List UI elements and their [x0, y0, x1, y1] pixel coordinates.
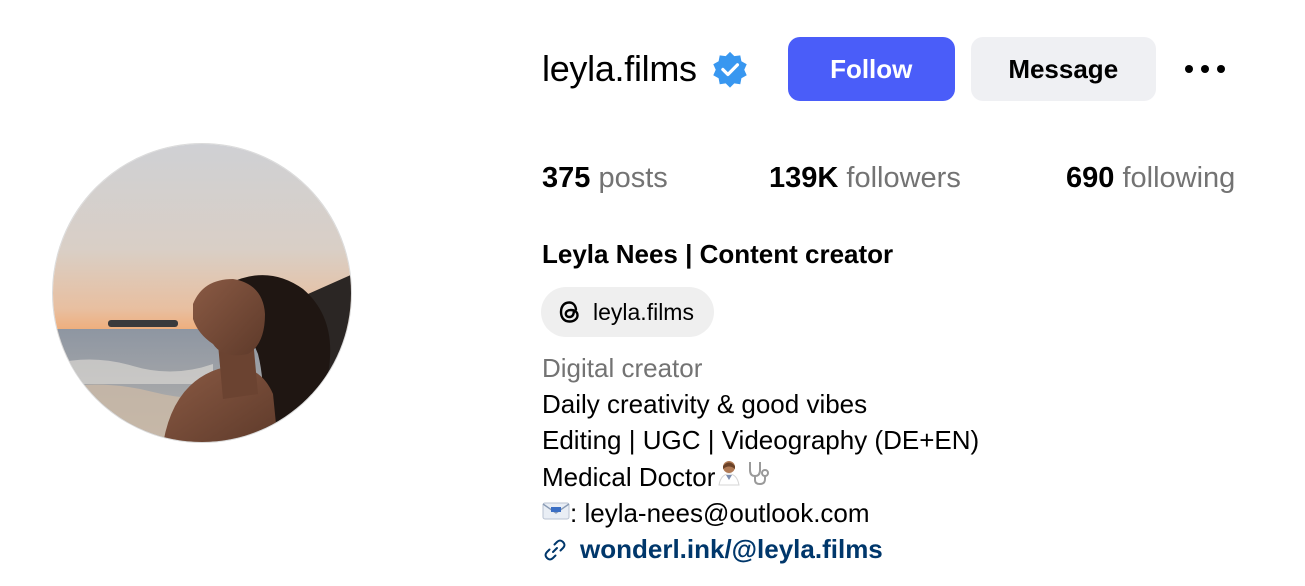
bio-link[interactable]: wonderl.ink/@leyla.films: [542, 531, 979, 567]
bio-line-2: Editing | UGC | Videography (DE+EN): [542, 425, 980, 455]
link-text: wonderl.ink/@leyla.films: [580, 534, 883, 564]
bio-line-1: Daily creativity & good vibes: [542, 389, 868, 419]
envelope-emoji-icon: [542, 495, 570, 531]
avatar-photo: [53, 144, 351, 442]
profile-stats: 375 posts 139K followers 690 following: [542, 158, 1235, 198]
email-address: leyla-nees@outlook.com: [584, 498, 870, 528]
profile-page: leyla.films Follow Message 375 posts 139…: [0, 0, 1305, 586]
followers-label: followers: [846, 161, 961, 194]
profile-category: Digital creator: [542, 353, 703, 383]
stethoscope-emoji-icon: [743, 458, 771, 495]
username: leyla.films: [542, 48, 697, 89]
threads-handle: leyla.films: [593, 298, 694, 325]
follow-button[interactable]: Follow: [787, 37, 955, 101]
profile-header: leyla.films Follow Message: [542, 36, 1230, 102]
followers-stat[interactable]: 139K followers: [769, 162, 1066, 195]
doctor-emoji-icon: [715, 458, 743, 495]
posts-stat: 375 posts: [542, 162, 769, 195]
bio-line-3-text: Medical Doctor: [542, 461, 716, 492]
following-label: following: [1122, 161, 1236, 194]
profile-avatar[interactable]: [52, 143, 352, 443]
threads-link[interactable]: leyla.films: [541, 287, 714, 337]
following-count: 690: [1066, 161, 1115, 194]
threads-icon: [555, 297, 585, 327]
bio-line-3: Medical Doctor: [542, 458, 979, 495]
posts-count: 375: [542, 161, 591, 194]
following-stat[interactable]: 690 following: [1066, 162, 1235, 195]
email-prefix: :: [570, 498, 585, 528]
posts-label: posts: [598, 161, 668, 194]
verified-badge-icon: [711, 50, 749, 88]
message-button[interactable]: Message: [970, 37, 1156, 101]
more-options-icon[interactable]: [1180, 49, 1230, 89]
full-name: Leyla Nees | Content creator: [542, 239, 894, 269]
bio-email-line: : leyla-nees@outlook.com: [542, 495, 979, 531]
profile-bio: Digital creator Daily creativity & good …: [542, 350, 979, 567]
followers-count: 139K: [769, 161, 839, 194]
link-icon: [542, 536, 568, 562]
